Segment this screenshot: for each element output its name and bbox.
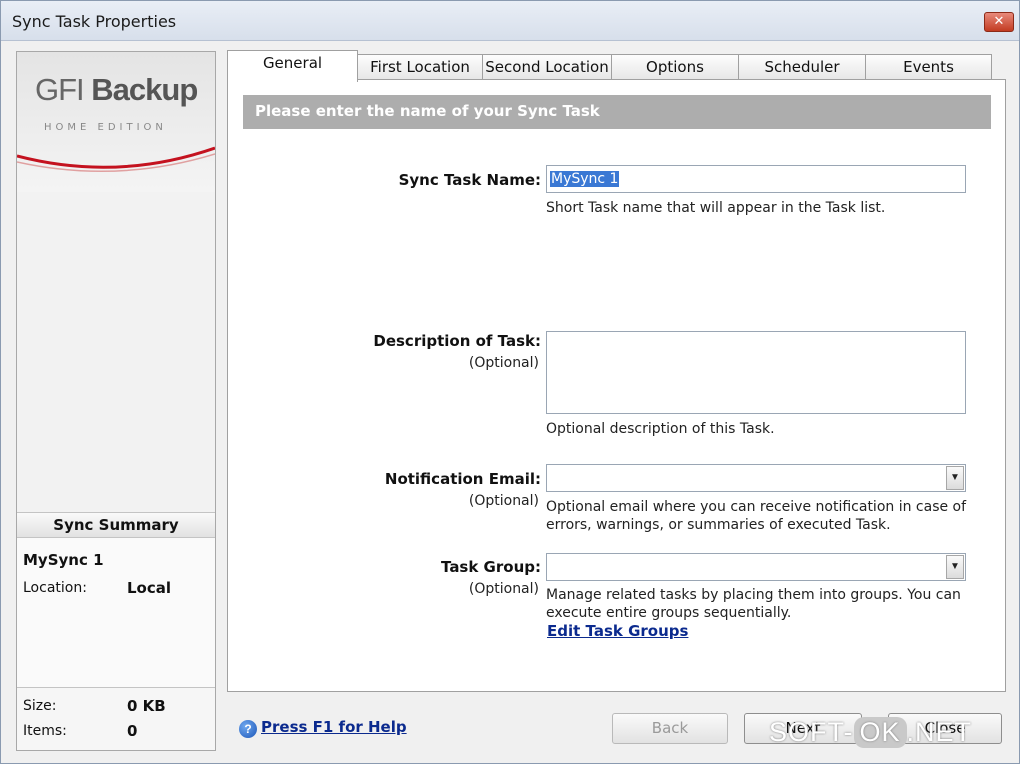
summary-stats: Size: 0 KB Items: 0 [17,688,215,750]
logo-area: GFI Backup HOME EDITION [17,52,215,192]
description-label: Description of Task: [373,332,541,350]
size-label: Size: [23,698,57,714]
items-label: Items: [23,723,67,739]
back-button[interactable]: Back [612,713,728,744]
email-help-line1: Optional email where you can receive not… [546,499,967,515]
tab-scheduler[interactable]: Scheduler [738,54,866,80]
notification-email-combo[interactable]: ▼ [546,464,966,492]
task-name-help: Short Task name that will appear in the … [546,200,886,216]
task-group-label: Task Group: [441,558,541,576]
task-group-combo[interactable]: ▼ [546,553,966,581]
email-optional: (Optional) [468,493,539,509]
edit-task-groups-link[interactable]: Edit Task Groups [547,622,688,640]
size-value: 0 KB [127,697,166,715]
watermark: SOFT- OK .NET [769,717,973,748]
section-header: Please enter the name of your Sync Task [243,95,991,129]
task-name-value: MySync 1 [550,171,620,187]
task-name-label: Sync Task Name: [398,171,541,189]
logo-edition: HOME EDITION [44,122,167,133]
description-help: Optional description of this Task. [546,421,775,437]
general-tab-panel: Please enter the name of your Sync Task … [227,79,1006,692]
left-summary-pane: GFI Backup HOME EDITION Sync Summary MyS… [16,51,216,751]
help-icon[interactable]: ? [239,720,257,738]
tab-options[interactable]: Options [611,54,739,80]
summary-task-name: MySync 1 [23,551,104,569]
dialog-window: Sync Task Properties ✕ GFI Backup HOME E… [0,0,1020,764]
sync-summary-body: MySync 1 Location: Local [17,538,215,688]
description-textarea[interactable] [546,331,966,414]
window-title: Sync Task Properties [12,12,177,31]
task-group-optional: (Optional) [468,581,539,597]
summary-location-value: Local [127,579,172,597]
title-bar: Sync Task Properties ✕ [1,1,1019,41]
tab-first-location[interactable]: First Location [357,54,483,80]
help-link[interactable]: Press F1 for Help [261,718,407,736]
window-close-button[interactable]: ✕ [984,12,1014,32]
email-label: Notification Email: [384,470,541,488]
task-name-input[interactable]: MySync 1 [546,165,966,193]
tab-general[interactable]: General [227,50,358,82]
tab-events[interactable]: Events [865,54,992,80]
task-group-help-line2: execute entire groups sequentially. [546,605,792,621]
sync-summary-heading: Sync Summary [17,512,215,538]
chevron-down-icon[interactable]: ▼ [946,555,964,579]
tab-second-location[interactable]: Second Location [482,54,612,80]
summary-location-label: Location: [23,580,87,596]
gfi-backup-logo: GFI Backup [35,72,198,107]
description-optional: (Optional) [468,355,539,371]
email-help-line2: errors, warnings, or summaries of execut… [546,517,891,533]
items-value: 0 [127,722,138,740]
logo-swoosh-icon [17,146,215,173]
chevron-down-icon[interactable]: ▼ [946,466,964,490]
task-group-help-line1: Manage related tasks by placing them int… [546,587,961,603]
